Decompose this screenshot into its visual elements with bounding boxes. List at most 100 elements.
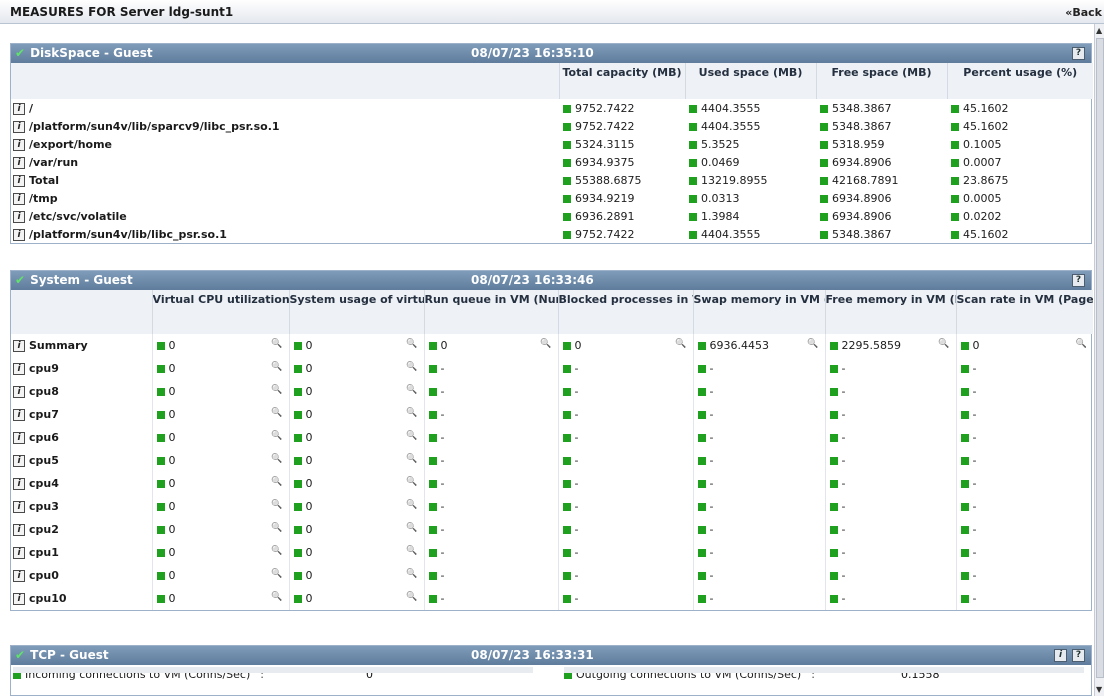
value-cell: 0.0313 (685, 189, 816, 207)
info-icon[interactable]: i (13, 210, 25, 223)
cell-value: 0 (305, 500, 313, 513)
cell-value: 0 (168, 500, 176, 513)
info-icon[interactable]: i (13, 228, 25, 241)
info-icon[interactable]: i (13, 156, 25, 169)
value-cell: 5348.3867 (816, 99, 947, 117)
status-square-icon (563, 194, 571, 203)
row-label: cpu10 (29, 592, 67, 605)
magnifier-icon[interactable]: 🔍 (406, 408, 417, 418)
magnifier-icon[interactable]: 🔍 (406, 454, 417, 464)
value-cell: - (824, 518, 956, 541)
value-cell: - (692, 426, 825, 449)
info-icon[interactable]: i (13, 102, 25, 115)
value-cell: - (557, 518, 693, 541)
info-icon[interactable]: i (13, 593, 25, 605)
info-icon[interactable]: i (13, 524, 25, 536)
cell-value: 0 (305, 362, 313, 375)
scroll-down-icon[interactable]: ▼ (1096, 685, 1102, 694)
cell-value: 5348.3867 (832, 227, 892, 241)
magnifier-icon[interactable]: 🔍 (271, 477, 282, 487)
value-cell: 0.0007 (947, 153, 1093, 171)
info-icon[interactable]: i (13, 478, 25, 490)
magnifier-icon[interactable]: 🔍 (271, 546, 282, 556)
magnifier-icon[interactable]: 🔍 (406, 477, 417, 487)
info-icon[interactable]: i (13, 363, 25, 375)
info-icon[interactable]: i (13, 192, 25, 205)
status-square-icon (820, 104, 828, 113)
value-cell: 0 🔍 (151, 518, 289, 541)
back-link[interactable]: «Back (1065, 6, 1102, 19)
status-square-icon (951, 194, 959, 203)
info-icon[interactable]: i (13, 340, 25, 352)
status-square-icon (697, 411, 706, 419)
magnifier-icon[interactable]: 🔍 (271, 592, 282, 602)
info-icon[interactable]: i (13, 409, 25, 421)
magnifier-icon[interactable]: 🔍 (406, 362, 417, 372)
row-label: /platform/sun4v/lib/libc_psr.so.1 (29, 227, 227, 241)
magnifier-icon[interactable]: 🔍 (406, 569, 417, 579)
status-square-icon (428, 457, 437, 465)
cell-value: 6936.4453 (709, 339, 770, 352)
row-label: /platform/sun4v/lib/sparcv9/libc_psr.so.… (29, 119, 280, 133)
magnifier-icon[interactable]: 🔍 (675, 339, 686, 349)
magnifier-icon[interactable]: 🔍 (807, 339, 818, 349)
help-icon[interactable]: ? (1072, 649, 1085, 662)
magnifier-icon[interactable]: 🔍 (406, 431, 417, 441)
magnifier-icon[interactable]: 🔍 (406, 546, 417, 556)
info-icon[interactable]: i (13, 455, 25, 467)
column-header: Used space (MB) (684, 63, 816, 99)
magnifier-icon[interactable]: 🔍 (406, 385, 417, 395)
value-cell: - (557, 495, 693, 518)
value-cell: - (692, 495, 825, 518)
magnifier-icon[interactable]: 🔍 (271, 523, 282, 533)
magnifier-icon[interactable]: 🔍 (938, 339, 949, 349)
magnifier-icon[interactable]: 🔍 (540, 339, 551, 349)
value-cell: 0 🔍 (151, 587, 289, 610)
value-cell: 0 🔍 (151, 564, 289, 587)
magnifier-icon[interactable]: 🔍 (271, 431, 282, 441)
info-icon[interactable]: i (13, 570, 25, 582)
row-label: cpu9 (29, 362, 59, 375)
info-icon[interactable]: i (13, 174, 25, 187)
magnifier-icon[interactable]: 🔍 (271, 454, 282, 464)
magnifier-icon[interactable]: 🔍 (271, 569, 282, 579)
status-square-icon (689, 212, 697, 221)
info-icon[interactable]: i (1054, 649, 1067, 662)
magnifier-icon[interactable]: 🔍 (271, 385, 282, 395)
info-icon[interactable]: i (13, 432, 25, 444)
scrollbar-thumb[interactable] (1096, 38, 1104, 678)
magnifier-icon[interactable]: 🔍 (271, 500, 282, 510)
scroll-up-icon[interactable]: ▲ (1096, 26, 1102, 35)
magnifier-icon[interactable]: 🔍 (1076, 339, 1087, 349)
info-icon[interactable]: i (13, 386, 25, 398)
cell-value: 0 (305, 592, 313, 605)
magnifier-icon[interactable]: 🔍 (406, 592, 417, 602)
magnifier-icon[interactable]: 🔍 (271, 339, 282, 349)
value-cell: 0 🔍 (557, 334, 693, 357)
help-icon[interactable]: ? (1072, 274, 1085, 287)
help-icon[interactable]: ? (1072, 47, 1085, 60)
row-label-cell: i/export/home (11, 135, 559, 153)
value-cell: 0 🔍 (288, 449, 424, 472)
row-label-cell: i cpu3 (11, 495, 152, 518)
magnifier-icon[interactable]: 🔍 (406, 523, 417, 533)
info-icon[interactable]: i (13, 120, 25, 133)
tcp-title: TCP - Guest (30, 648, 109, 662)
row-label: cpu7 (29, 408, 59, 421)
magnifier-icon[interactable]: 🔍 (406, 339, 417, 349)
value-cell: 0.0469 (685, 153, 816, 171)
value-cell: - (692, 472, 825, 495)
info-icon[interactable]: i (13, 547, 25, 559)
vertical-scrollbar[interactable]: ▲ ▼ (1094, 24, 1104, 696)
magnifier-icon[interactable]: 🔍 (406, 500, 417, 510)
magnifier-icon[interactable]: 🔍 (271, 408, 282, 418)
magnifier-icon[interactable]: 🔍 (271, 362, 282, 372)
status-square-icon (156, 457, 165, 465)
info-icon[interactable]: i (13, 138, 25, 151)
status-square-icon (829, 595, 838, 603)
table-row: i Summary 0 🔍 0 🔍 0 🔍 0 🔍 6936.4453 🔍 2295.5859 🔍 0 🔍 (11, 334, 1093, 357)
info-icon[interactable]: i (13, 501, 25, 513)
row-label: / (29, 101, 34, 115)
cell-value: 6934.8906 (832, 155, 892, 169)
status-square-icon (563, 140, 571, 149)
